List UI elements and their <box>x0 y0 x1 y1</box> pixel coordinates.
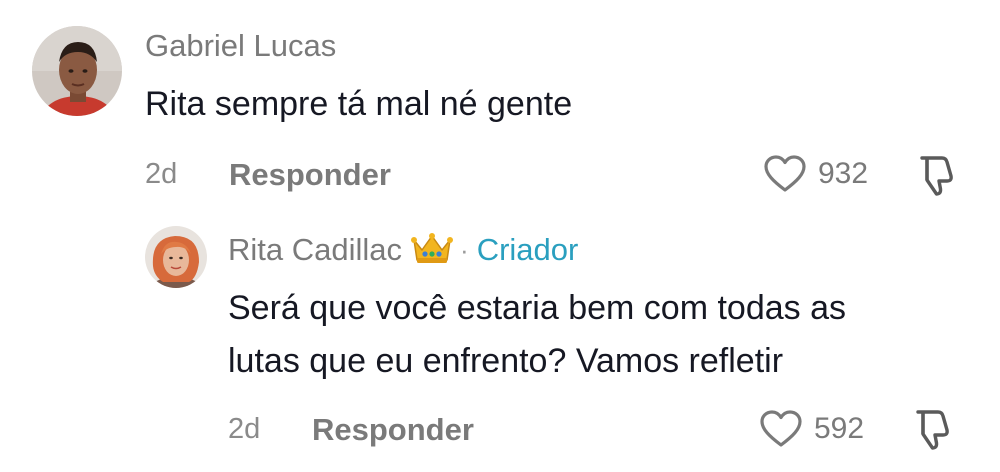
comment-username[interactable]: Gabriel Lucas <box>145 28 336 64</box>
comment-timestamp: 2d <box>228 413 261 445</box>
creator-badge: Criador <box>476 232 579 267</box>
comment-text: Rita sempre tá mal né gente <box>145 85 573 123</box>
creator-avatar-icon <box>145 226 207 288</box>
reply-button[interactable]: Responder <box>312 412 474 448</box>
comment-text-line: Será que você estaria bem com todas as <box>228 289 846 327</box>
creator-name-row: Rita Cadillac · Criador <box>228 230 578 270</box>
user-avatar-icon <box>32 26 122 116</box>
thumbs-down-icon <box>916 410 949 450</box>
comment-thread: Gabriel Lucas Rita sempre tá mal né gent… <box>0 0 1000 472</box>
comment-text-line: lutas que eu enfrento? Vamos refletir <box>228 342 784 380</box>
dislike-button[interactable] <box>912 152 960 200</box>
separator-dot: · <box>460 234 469 265</box>
avatar[interactable] <box>145 226 207 288</box>
reply-button[interactable]: Responder <box>229 157 391 193</box>
like-button[interactable] <box>759 409 803 449</box>
comment-timestamp: 2d <box>145 158 178 190</box>
crown-icon <box>410 230 454 271</box>
like-count: 592 <box>814 412 865 445</box>
avatar[interactable] <box>32 26 122 116</box>
comment-username[interactable]: Rita Cadillac <box>228 232 402 268</box>
like-button[interactable] <box>763 154 807 194</box>
heart-outline-icon <box>760 410 802 447</box>
heart-outline-icon <box>764 155 806 192</box>
dislike-button[interactable] <box>908 406 956 454</box>
thumbs-down-icon <box>920 156 953 196</box>
like-count: 932 <box>818 157 869 190</box>
